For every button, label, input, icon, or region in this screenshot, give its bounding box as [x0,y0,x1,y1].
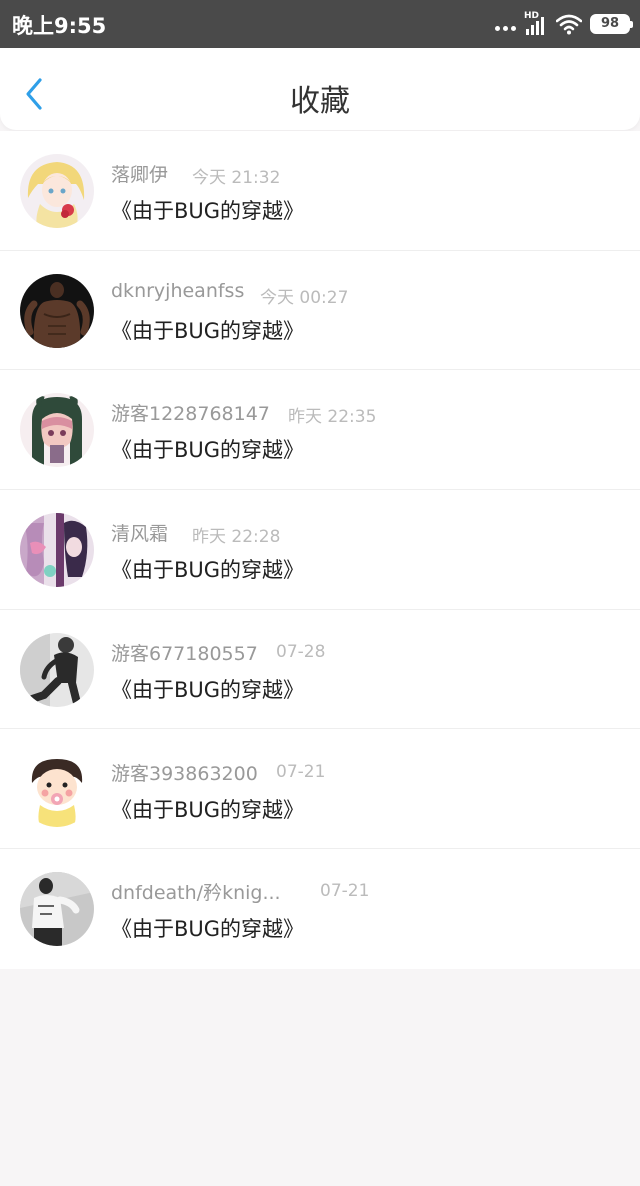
battery-icon: 98 [590,14,633,34]
timestamp: 07-21 [276,761,326,782]
list-item[interactable]: dnfdeath/矜knig... 07-21 《由于BUG的穿越》 [0,849,640,969]
signal-icon: HD [522,11,546,35]
favorites-list: 落卿伊 今天 21:32 《由于BUG的穿越》 dknryjheanfss 今天… [0,131,640,969]
list-item[interactable]: dknryjheanfss 今天 00:27 《由于BUG的穿越》 [0,251,640,371]
favorite-title: 《由于BUG的穿越》 [111,677,305,702]
favorite-title: 《由于BUG的穿越》 [111,438,305,463]
more-dots-icon [495,25,516,31]
list-item[interactable]: 游客1228768147 昨天 22:35 《由于BUG的穿越》 [0,370,640,491]
favorite-title: 《由于BUG的穿越》 [111,318,305,343]
user-name: 清风霜 [111,523,169,546]
list-item[interactable]: 清风霜 昨天 22:28 《由于BUG的穿越》 [0,490,640,610]
network-type-label: HD [524,11,540,21]
favorite-title: 《由于BUG的穿越》 [111,797,305,822]
timestamp: 今天 21:32 [192,168,281,188]
page-title: 收藏 [290,84,350,119]
header-bar: 收藏 [0,48,640,130]
list-item[interactable]: 落卿伊 今天 21:32 《由于BUG的穿越》 [0,131,640,251]
user-name: 游客393863200 [111,762,258,785]
user-name: dknryjheanfss [111,279,245,302]
avatar [20,154,94,228]
avatar [20,273,94,348]
list-item[interactable]: 游客393863200 07-21 《由于BUG的穿越》 [0,730,640,850]
status-time: 晚上9:55 [12,14,107,38]
user-name: dnfdeath/矜knig... [111,882,281,905]
timestamp: 07-28 [276,641,326,662]
list-item[interactable]: 游客677180557 07-28 《由于BUG的穿越》 [0,610,640,730]
favorite-title: 《由于BUG的穿越》 [111,199,305,223]
battery-level: 98 [600,16,620,31]
timestamp: 07-21 [320,881,370,902]
status-icons: HD 98 [495,11,633,36]
status-bar: 晚上9:55 HD 98 [0,0,640,48]
user-name: 游客1228768147 [111,403,270,426]
user-name: 游客677180557 [111,642,258,665]
user-name: 落卿伊 [111,164,169,186]
timestamp: 昨天 22:35 [288,407,377,428]
favorite-title: 《由于BUG的穿越》 [111,917,305,942]
favorite-title: 《由于BUG的穿越》 [111,558,305,583]
avatar [20,872,94,947]
avatar [20,513,94,588]
avatar [20,752,94,827]
avatar [20,393,94,468]
avatar [20,632,94,707]
timestamp: 今天 00:27 [260,287,349,308]
wifi-icon [556,14,582,35]
timestamp: 昨天 22:28 [192,527,281,548]
